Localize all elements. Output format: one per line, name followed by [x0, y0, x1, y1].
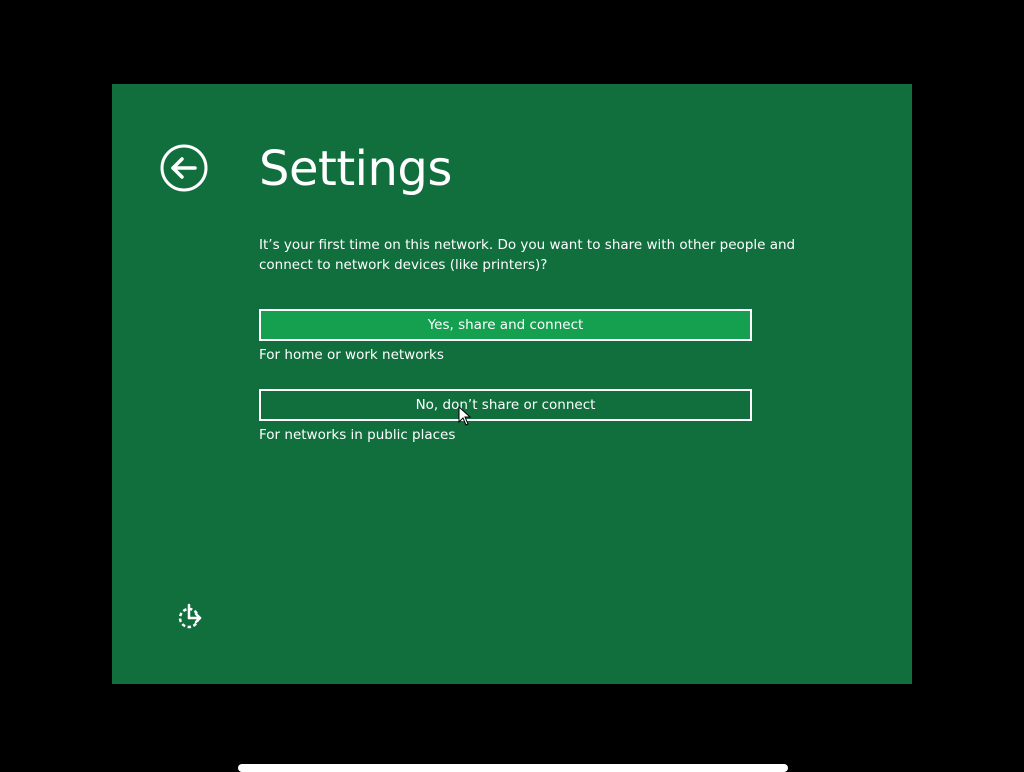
- oobe-panel: Settings It’s your first time on this ne…: [112, 84, 912, 684]
- dont-share-description: For networks in public places: [259, 427, 456, 443]
- share-and-connect-button[interactable]: Yes, share and connect: [259, 309, 752, 341]
- share-and-connect-description: For home or work networks: [259, 347, 444, 363]
- bottom-edge-bar: [238, 764, 788, 772]
- back-arrow-circle-icon: [160, 144, 208, 192]
- dont-share-button[interactable]: No, don’t share or connect: [259, 389, 752, 421]
- network-sharing-question: It’s your first time on this network. Do…: [259, 237, 796, 273]
- ease-of-access-button[interactable]: [176, 601, 206, 631]
- back-button[interactable]: [160, 144, 208, 192]
- ease-of-access-icon: [178, 603, 202, 629]
- page-title: Settings: [259, 141, 452, 197]
